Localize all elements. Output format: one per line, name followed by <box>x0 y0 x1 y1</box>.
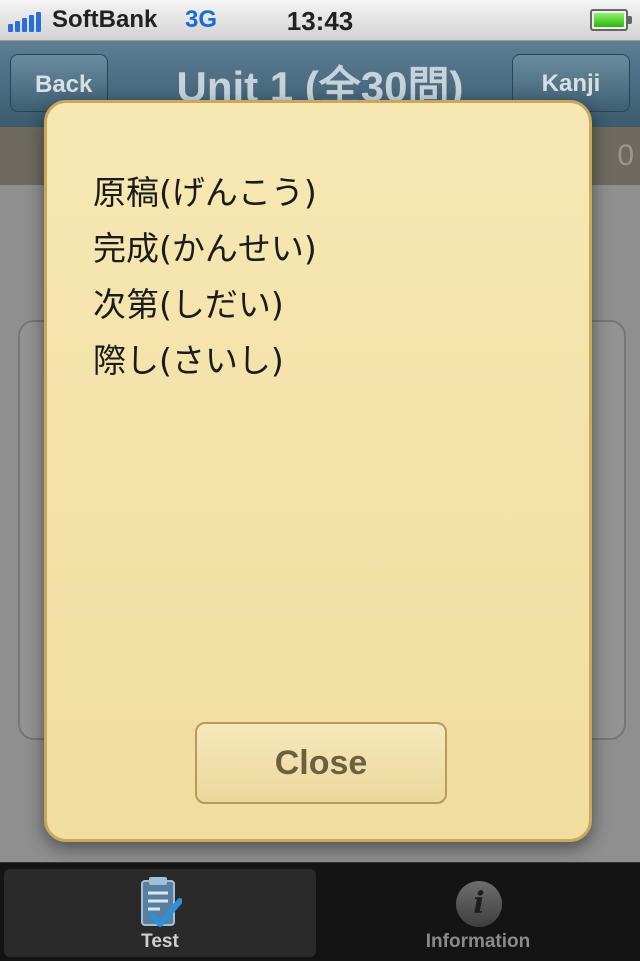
vocabulary-popup: 原稿(げんこう) 完成(かんせい) 次第(しだい) 際し(さいし) Close <box>44 100 592 842</box>
vocabulary-item: 原稿(げんこう) <box>93 173 317 212</box>
progress-count: 0 <box>617 139 634 172</box>
tab-information-label: Information <box>425 931 531 952</box>
status-bar: SoftBank 3G 13:43 <box>0 0 640 41</box>
status-time: 13:43 <box>286 6 354 36</box>
close-button[interactable]: Close <box>195 722 447 804</box>
tab-test-label: Test <box>141 931 179 952</box>
vocabulary-list: 原稿(げんこう) 完成(かんせい) 次第(しだい) 際し(さいし) <box>93 165 317 389</box>
vocabulary-item: 次第(しだい) <box>93 285 284 324</box>
vocabulary-item: 完成(かんせい) <box>93 229 317 268</box>
info-icon: i <box>456 881 502 927</box>
test-checklist-icon <box>141 877 182 927</box>
battery-icon <box>590 9 632 31</box>
tab-test[interactable]: Test <box>4 869 316 957</box>
tab-bar: Test i Information <box>0 862 640 961</box>
vocabulary-item: 際し(さいし) <box>93 341 284 380</box>
tab-information[interactable]: i Information <box>320 869 636 957</box>
